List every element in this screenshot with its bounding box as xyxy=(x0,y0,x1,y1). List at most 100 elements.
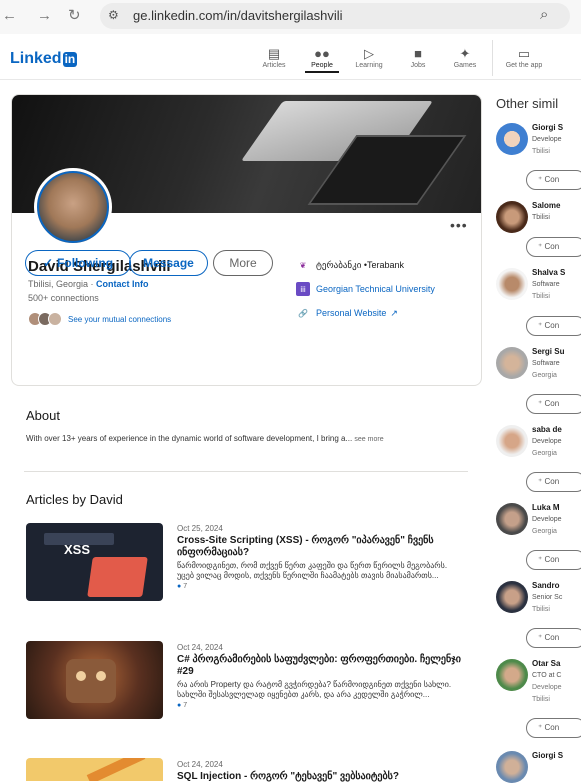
profile-location: Tbilisi xyxy=(532,293,550,300)
profile-name[interactable]: Sergi Su xyxy=(532,347,564,356)
profile-avatar[interactable] xyxy=(34,168,112,246)
avatar[interactable] xyxy=(496,347,528,379)
more-button[interactable]: More xyxy=(213,250,273,276)
profile-headline-2: Develope xyxy=(532,684,562,691)
check-icon: ✓ xyxy=(42,256,54,270)
back-icon[interactable]: ← xyxy=(2,7,17,24)
profile-name[interactable]: Shalva S xyxy=(532,268,565,277)
profile-name[interactable]: Otar Sa xyxy=(532,659,560,668)
contact-info-link[interactable]: Contact Info xyxy=(96,279,149,289)
profile-card: ••• David Shergilashvili Tbilisi, Georgi… xyxy=(11,94,482,386)
avatar[interactable] xyxy=(496,201,528,233)
article-title[interactable]: Cross-Site Scripting (XSS) - როგორ "იპარ… xyxy=(177,535,462,559)
profile-name[interactable]: saba de xyxy=(532,425,562,434)
like-icon: ● xyxy=(177,583,182,590)
add-person-icon: ⁺ xyxy=(538,633,543,642)
profile-location: Georgia xyxy=(532,450,557,457)
thumb-xss-label: XSS xyxy=(64,542,91,557)
similar-profiles-heading: Other simil xyxy=(496,96,559,111)
more-options-icon[interactable]: ••• xyxy=(450,217,468,233)
avatar[interactable] xyxy=(496,581,528,613)
article-date: Oct 25, 2024 xyxy=(177,524,223,533)
avatar[interactable] xyxy=(496,123,528,155)
experience-terabank[interactable]: ❦ ტერაბანკი •Terabank xyxy=(296,258,404,272)
nav-learning[interactable]: ▷ Learning xyxy=(344,46,394,69)
connect-button[interactable]: ⁺ Con xyxy=(526,718,581,738)
reaction-count: 7 xyxy=(183,583,188,590)
url-text[interactable]: ge.linkedin.com/in/davitshergilashvili xyxy=(133,8,343,23)
briefcase-icon: ■ xyxy=(414,46,422,61)
section-divider xyxy=(24,471,468,472)
avatar[interactable] xyxy=(496,659,528,691)
nav-label: Articles xyxy=(262,62,286,69)
personal-website-link[interactable]: 🔗 Personal Website ↗ xyxy=(296,306,398,320)
profile-name[interactable]: Sandro xyxy=(532,581,560,590)
nav-jobs[interactable]: ■ Jobs xyxy=(393,46,443,69)
article-thumbnail[interactable] xyxy=(26,758,163,781)
experience-gtu[interactable]: iii Georgian Technical University xyxy=(296,282,435,296)
site-settings-icon[interactable]: ⚙ xyxy=(108,8,119,22)
article-thumbnail[interactable]: XSS xyxy=(26,523,163,601)
profile-headline: Software xyxy=(532,281,560,288)
mutual-link[interactable]: See your mutual connections xyxy=(68,315,171,324)
add-person-icon: ⁺ xyxy=(538,399,543,408)
profile-location: Tbilisi xyxy=(532,696,550,703)
article-item[interactable]: Oct 24, 2024 C# პროგრამირების საფუძვლები… xyxy=(177,643,462,709)
about-text: With over 13+ years of experience in the… xyxy=(26,434,353,443)
thumb-syringe-illustration xyxy=(86,758,146,781)
avatar[interactable] xyxy=(496,503,528,535)
add-person-icon: ⁺ xyxy=(538,242,543,251)
search-icon[interactable]: ⌕ xyxy=(540,6,548,23)
like-icon: ● xyxy=(177,702,182,709)
profile-name[interactable]: Luka M xyxy=(532,503,560,512)
articles-heading: Articles by David xyxy=(26,492,123,507)
more-label: More xyxy=(229,256,257,270)
connect-button[interactable]: ⁺ Con xyxy=(526,628,581,648)
article-item[interactable]: Oct 25, 2024 Cross-Site Scripting (XSS) … xyxy=(177,524,462,590)
profile-name[interactable]: Giorgi S xyxy=(532,123,563,132)
avatar[interactable] xyxy=(496,751,528,783)
about-heading: About xyxy=(26,408,60,423)
nav-articles[interactable]: ▤ Articles xyxy=(249,46,299,69)
article-item[interactable]: Oct 24, 2024 SQL Injection - როგორ "ტეხა… xyxy=(177,760,462,783)
article-thumbnail[interactable] xyxy=(26,641,163,719)
article-date: Oct 24, 2024 xyxy=(177,643,223,652)
profile-headline: Develope xyxy=(532,136,562,143)
message-button[interactable]: Message xyxy=(129,250,208,276)
reaction-count: 7 xyxy=(183,702,188,709)
following-button[interactable]: ✓ Following xyxy=(25,250,131,276)
nav-label: Jobs xyxy=(410,62,426,69)
profile-location: Tbilisi, Georgia xyxy=(28,279,89,289)
profile-name[interactable]: Giorgi S xyxy=(532,751,563,760)
connect-label: Con xyxy=(544,723,560,732)
connect-button[interactable]: ⁺ Con xyxy=(526,550,581,570)
external-link-icon: ↗ xyxy=(390,307,398,318)
avatar[interactable] xyxy=(496,425,528,457)
connect-button[interactable]: ⁺ Con xyxy=(526,472,581,492)
profile-headline: Tbilisi xyxy=(532,214,550,221)
connect-label: Con xyxy=(544,321,560,330)
connect-button[interactable]: ⁺ Con xyxy=(526,394,581,414)
link-icon: 🔗 xyxy=(298,308,308,318)
nav-people[interactable]: ●● People xyxy=(297,46,347,73)
profile-name[interactable]: Salome xyxy=(532,201,560,210)
avatar[interactable] xyxy=(496,268,528,300)
article-reactions: ● 7 xyxy=(177,583,462,590)
people-icon: ●● xyxy=(314,46,330,61)
connect-button[interactable]: ⁺ Con xyxy=(526,237,581,257)
connect-button[interactable]: ⁺ Con xyxy=(526,316,581,336)
article-title[interactable]: C# პროგრამირების საფუძვლები: ფროფერთიები… xyxy=(177,654,462,678)
mutual-connections[interactable]: See your mutual connections xyxy=(28,312,171,326)
profile-location: Georgia xyxy=(532,528,557,535)
linkedin-logo[interactable]: Linked in xyxy=(10,50,78,68)
article-title[interactable]: SQL Injection - როგორ "ტეხავენ" ვებსაიტე… xyxy=(177,771,462,783)
connect-button[interactable]: ⁺ Con xyxy=(526,170,581,190)
thumb-browser-illustration xyxy=(87,557,148,597)
see-more-link[interactable]: see more xyxy=(354,436,383,443)
nav-get-app[interactable]: ▭ Get the app xyxy=(499,46,549,69)
reload-icon[interactable]: ↻ xyxy=(68,6,81,24)
add-person-icon: ⁺ xyxy=(538,555,543,564)
forward-icon[interactable]: → xyxy=(37,7,52,24)
nav-games[interactable]: ✦ Games xyxy=(440,46,490,69)
newspaper-icon: ▤ xyxy=(267,46,281,61)
